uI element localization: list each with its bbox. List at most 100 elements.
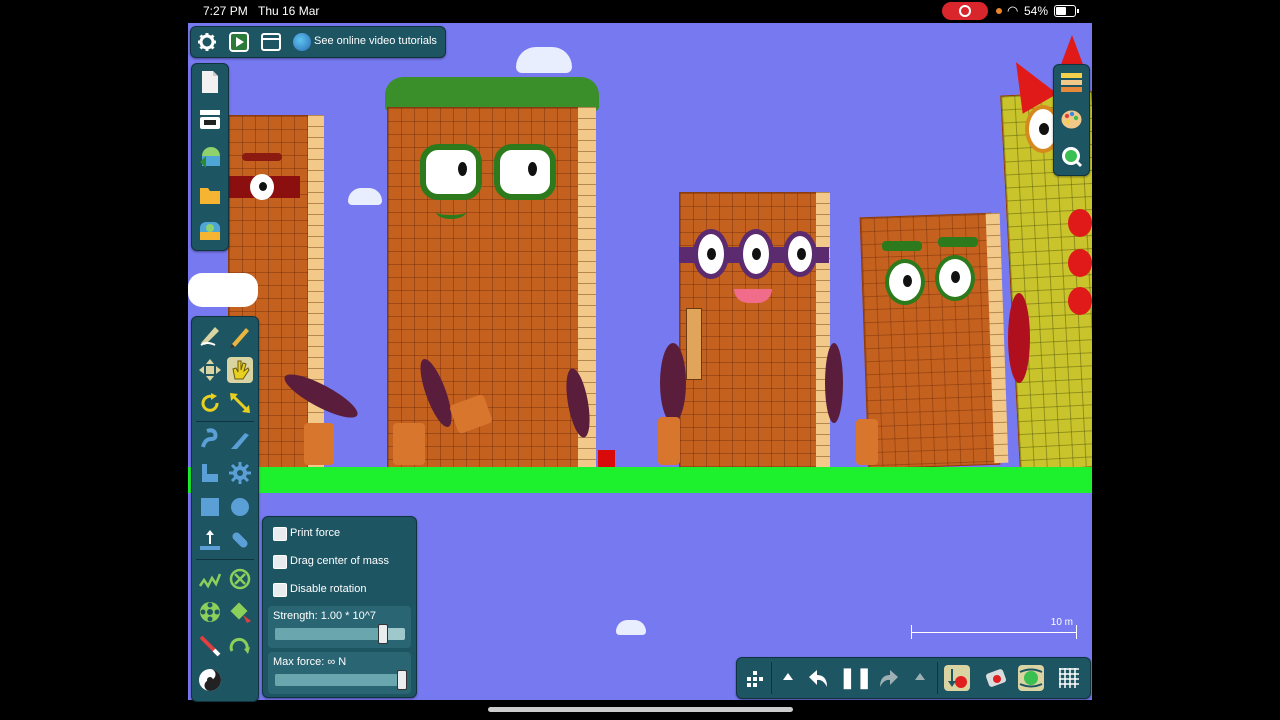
- load-icon[interactable]: [199, 144, 221, 168]
- gravity-icon[interactable]: [944, 665, 970, 691]
- globe-icon[interactable]: [293, 33, 311, 51]
- eye: [783, 231, 817, 277]
- grid-icon[interactable]: [1056, 665, 1082, 691]
- max-force-slider[interactable]: [275, 670, 407, 690]
- battery-percent: 54%: [1024, 4, 1049, 18]
- battery-icon: [1054, 5, 1079, 17]
- smile: [436, 205, 466, 219]
- wifi-icon: ◠: [1007, 3, 1019, 18]
- move-tool-icon[interactable]: [197, 357, 223, 383]
- palette-icon[interactable]: [1060, 108, 1083, 131]
- window-icon[interactable]: [261, 32, 281, 52]
- status-date: Thu 16 Mar: [258, 4, 320, 18]
- ground[interactable]: [188, 467, 1092, 493]
- screen-record-icon[interactable]: [942, 2, 988, 20]
- cloud: [616, 620, 646, 635]
- scale-line: [911, 632, 1077, 633]
- numberblock-right[interactable]: [859, 212, 1001, 470]
- top-toolbar: See online video tutorials: [190, 26, 446, 58]
- scale-tool-icon[interactable]: [227, 390, 253, 416]
- knife-tool-icon[interactable]: [227, 427, 253, 453]
- foot: [304, 423, 334, 465]
- red-cube[interactable]: [598, 450, 615, 467]
- save-icon[interactable]: [199, 107, 221, 131]
- print-force-checkbox[interactable]: [273, 527, 287, 541]
- layers-icon[interactable]: [1060, 71, 1083, 94]
- tracer-tool-icon[interactable]: [197, 667, 223, 693]
- rotate-tool-icon[interactable]: [197, 390, 223, 416]
- scale-bar: 10 m: [911, 617, 1077, 641]
- status-bar: 7:27 PM Thu 16 Mar ◠ 54%: [0, 0, 1280, 22]
- play-scene-icon[interactable]: [229, 32, 249, 52]
- scale-tick: [911, 625, 912, 639]
- air-friction-icon[interactable]: [1018, 665, 1044, 691]
- thruster-tool-icon[interactable]: [227, 599, 253, 625]
- polygon-tool-icon[interactable]: [197, 460, 223, 486]
- gear-icon[interactable]: [197, 32, 217, 52]
- foot: [658, 417, 680, 465]
- disable-rotation-label: Disable rotation: [290, 583, 367, 595]
- pause-icon[interactable]: ❚❚: [839, 665, 873, 691]
- eye: [250, 174, 274, 200]
- pencil-tool-icon[interactable]: [227, 323, 253, 349]
- home-indicator[interactable]: [488, 707, 793, 712]
- mini-blocks: [686, 308, 702, 380]
- spring-tool-icon[interactable]: [197, 566, 223, 592]
- undo-icon[interactable]: [805, 665, 831, 691]
- plane-tool-icon[interactable]: [197, 527, 223, 553]
- block-edge-strip: [816, 192, 830, 467]
- battery-fill: [1056, 7, 1066, 15]
- scene-thumb-icon[interactable]: [199, 219, 221, 243]
- erase-icon[interactable]: [983, 665, 1009, 691]
- zoom-icon[interactable]: [1060, 145, 1083, 168]
- up-arrow-icon[interactable]: [775, 665, 801, 691]
- right-panel: [1053, 64, 1090, 176]
- axle-tool-icon[interactable]: [197, 599, 223, 625]
- disable-rotation-checkbox[interactable]: [273, 583, 287, 597]
- circle-tool-icon[interactable]: [227, 494, 253, 520]
- gear-tool-icon[interactable]: [227, 460, 253, 486]
- eye: [935, 255, 975, 301]
- bow-tie: [188, 273, 258, 307]
- tools-separator: [196, 559, 254, 560]
- hand-tool-options-panel: Print force Drag center of mass Disable …: [262, 516, 417, 698]
- eye: [693, 229, 729, 279]
- file-panel: [191, 63, 229, 251]
- redo-icon[interactable]: [876, 665, 902, 691]
- chain-tool-icon[interactable]: [227, 527, 253, 553]
- arm: [1008, 293, 1030, 383]
- hair: [385, 77, 599, 111]
- scale-label: 10 m: [1050, 617, 1073, 628]
- status-time: 7:27 PM: [203, 4, 248, 18]
- red-spot: [1068, 209, 1092, 237]
- arm: [660, 343, 686, 423]
- max-force-label: Max force: ∞ N: [273, 656, 347, 668]
- new-file-icon[interactable]: [199, 70, 221, 94]
- hinge-tool-icon[interactable]: [227, 633, 253, 659]
- drag-center-checkbox[interactable]: [273, 555, 287, 569]
- laser-tool-icon[interactable]: [197, 633, 223, 659]
- rope-tool-icon[interactable]: [197, 427, 223, 453]
- mic-indicator-icon: [996, 8, 1002, 14]
- draw-tool-icon[interactable]: [197, 323, 223, 349]
- strength-slider-thumb[interactable]: [378, 624, 388, 644]
- bottom-toolbar: ❚❚: [736, 657, 1091, 699]
- bar-separator: [771, 662, 772, 694]
- tutorials-link[interactable]: See online video tutorials: [314, 35, 437, 47]
- up-arrow-icon[interactable]: [907, 665, 933, 691]
- cloud: [516, 47, 572, 73]
- box-tool-icon[interactable]: [197, 494, 223, 520]
- drag-center-label: Drag center of mass: [290, 555, 390, 567]
- glasses: [420, 144, 562, 200]
- tools-separator: [196, 421, 254, 422]
- red-spot: [1068, 287, 1092, 315]
- folder-icon[interactable]: [199, 182, 221, 206]
- fixate-tool-icon[interactable]: [227, 566, 253, 592]
- print-force-label: Print force: [290, 527, 341, 539]
- strength-slider-box: Strength: 1.00 * 10^7: [268, 606, 411, 648]
- max-force-slider-thumb[interactable]: [397, 670, 407, 690]
- strength-slider[interactable]: [275, 624, 405, 644]
- eyebrow: [242, 153, 282, 161]
- tools-menu-icon[interactable]: [741, 665, 767, 691]
- hand-tool-icon[interactable]: [227, 357, 253, 383]
